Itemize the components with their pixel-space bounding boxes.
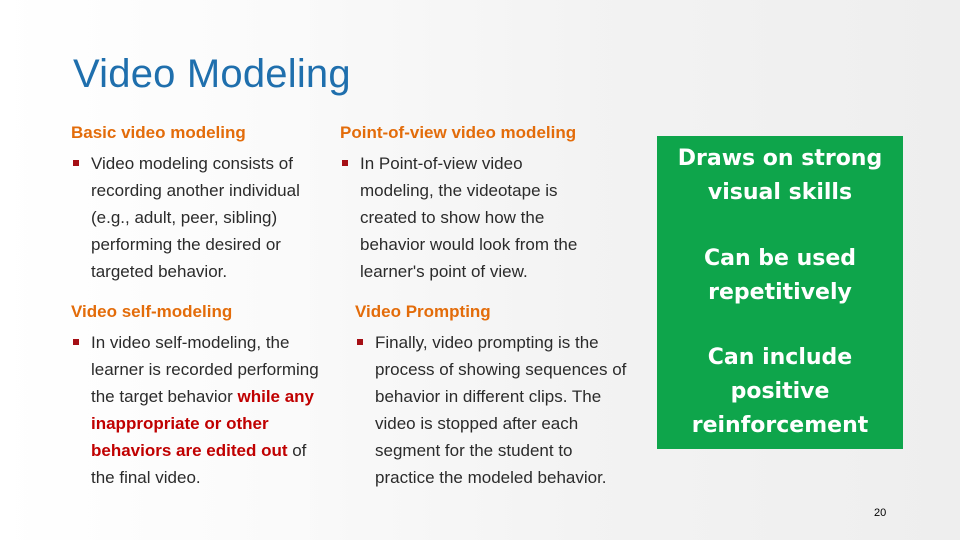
- bullet-line: In Point-of-view video: [360, 154, 523, 173]
- bullet-line: inappropriate or other: [91, 414, 269, 433]
- bullet-item: Finally, video prompting is the process …: [355, 329, 645, 491]
- bullet-line: the target behavior while any: [91, 383, 346, 410]
- benefit-positive-reinforcement: Can include positive reinforcement: [657, 341, 903, 443]
- benefit-line: reinforcement: [691, 413, 869, 438]
- benefit-line: Can be used: [703, 245, 857, 271]
- bullet-line: behavior would look from the: [360, 235, 578, 254]
- bullet-line: modeling, the videotape is: [360, 181, 558, 200]
- bullet-item: In video self-modeling, the learner is r…: [71, 329, 346, 491]
- benefit-visual-skills: Draws on strong visual skills: [657, 142, 903, 210]
- bullet-line: recording another individual: [91, 181, 300, 200]
- bullet-line: video is stopped after each: [375, 414, 579, 433]
- slide-title: Video Modeling: [73, 52, 351, 96]
- bullet-line: learner's point of view.: [360, 262, 528, 281]
- bullet-line: process of showing sequences of: [375, 360, 627, 379]
- bullet-text: of: [287, 441, 307, 460]
- bullet-line: the final video.: [91, 468, 201, 487]
- square-bullet-icon: [342, 160, 348, 166]
- highlighted-text: behaviors are edited out: [91, 441, 288, 460]
- square-bullet-icon: [73, 339, 79, 345]
- bullet-line: created to show how the: [360, 208, 545, 227]
- benefit-line: Can include: [707, 345, 853, 370]
- section-basic-video-modeling: Basic video modeling Video modeling cons…: [71, 123, 336, 285]
- bullet-text: the target behavior: [91, 387, 238, 406]
- benefit-line: Draws on strong: [677, 146, 883, 171]
- benefit-line: positive: [730, 379, 830, 404]
- bullet-line: (e.g., adult, peer, sibling): [91, 208, 278, 227]
- square-bullet-icon: [357, 339, 363, 345]
- section-heading: Point-of-view video modeling: [340, 123, 577, 142]
- square-bullet-icon: [73, 160, 79, 166]
- section-heading: Video Prompting: [355, 302, 491, 321]
- benefit-line: repetitively: [708, 279, 852, 305]
- bullet-line: behaviors are edited out of: [91, 437, 346, 464]
- bullet-line: learner is recorded performing: [91, 360, 319, 379]
- highlighted-text: while any: [237, 387, 315, 406]
- bullet-line: segment for the student to: [375, 441, 573, 460]
- bullet-line: performing the desired or: [91, 235, 281, 254]
- benefit-line: visual skills: [707, 180, 853, 205]
- bullet-item: Video modeling consists of recording ano…: [71, 150, 336, 285]
- section-point-of-view-video-modeling: Point-of-view video modeling In Point-of…: [340, 123, 615, 285]
- bullet-line: practice the modeled behavior.: [375, 468, 607, 487]
- bullet-line: targeted behavior.: [91, 262, 228, 281]
- section-heading: Video self-modeling: [71, 302, 233, 321]
- bullet-line: behavior in different clips. The: [375, 387, 602, 406]
- section-heading: Basic video modeling: [71, 123, 246, 142]
- bullet-line: Video modeling consists of: [91, 154, 293, 173]
- bullet-line: Finally, video prompting is the: [375, 333, 599, 352]
- bullet-line: In video self-modeling, the: [91, 333, 290, 352]
- benefits-box: Draws on strong visual skills Can be use…: [657, 136, 903, 449]
- page-number: 20: [874, 507, 887, 519]
- section-video-self-modeling: Video self-modeling In video self-modeli…: [71, 302, 346, 491]
- benefit-repetitive-use: Can be used repetitively: [657, 242, 903, 310]
- bullet-item: In Point-of-view video modeling, the vid…: [340, 150, 615, 285]
- section-video-prompting: Video Prompting Finally, video prompting…: [355, 302, 645, 491]
